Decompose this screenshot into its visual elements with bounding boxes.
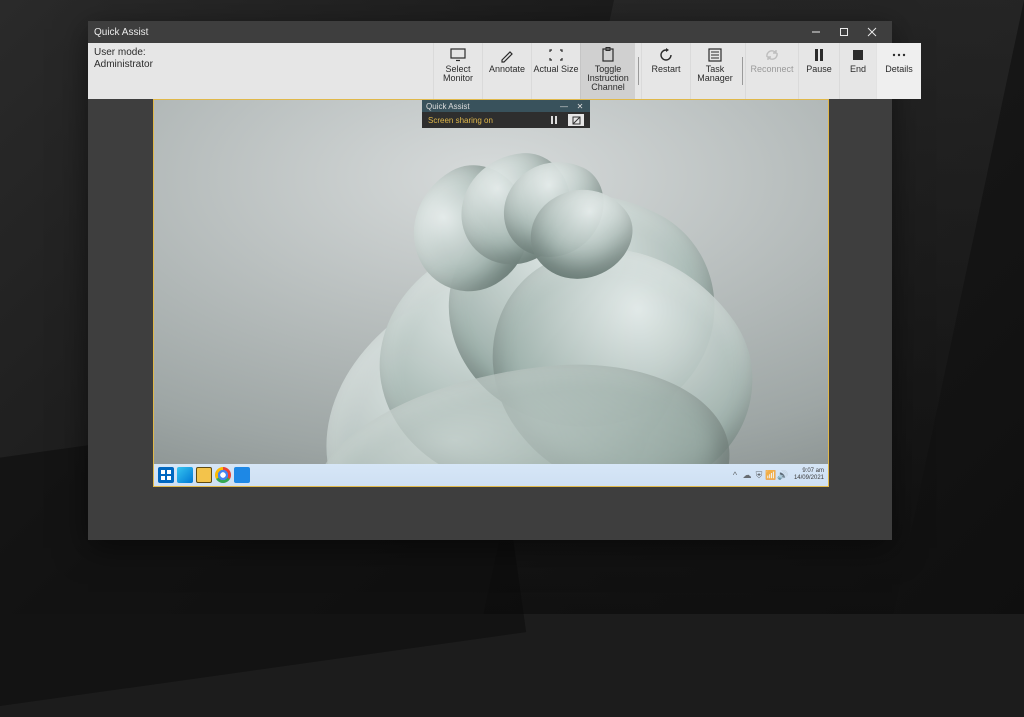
select-monitor-label: Select Monitor — [434, 65, 482, 83]
remote-quick-assist-bar[interactable]: Quick Assist — ✕ Screen sharing on — [422, 100, 590, 128]
actual-size-label: Actual Size — [533, 65, 578, 74]
remote-qa-close-icon[interactable]: ✕ — [574, 102, 586, 111]
actual-size-icon — [548, 47, 564, 63]
clock-time: 9:07 am — [794, 468, 824, 475]
quick-assist-window: Quick Assist User mode: Administrator Se… — [88, 21, 892, 540]
toolbar: Select Monitor Annotate Actual Size Togg… — [433, 43, 921, 99]
remote-qa-body: Screen sharing on — [422, 112, 590, 128]
clipboard-icon — [601, 47, 615, 63]
clock-date: 14/09/2021 — [794, 475, 824, 482]
taskbar-edge-icon[interactable] — [177, 467, 193, 483]
remote-qa-pause-button[interactable] — [546, 114, 562, 126]
tray-onedrive-icon[interactable]: ☁ — [742, 470, 752, 480]
reconnect-label: Reconnect — [750, 65, 793, 74]
taskbar-tray[interactable]: ^ ☁ ⛨ 📶 🔊 9:07 am 14/09/2021 — [730, 468, 824, 482]
annotate-label: Annotate — [489, 65, 525, 74]
tray-network-icon[interactable]: 📶 — [766, 470, 776, 480]
minimize-button[interactable] — [802, 21, 830, 43]
taskbar-explorer-icon[interactable] — [196, 467, 212, 483]
taskbar-chrome-icon[interactable] — [215, 467, 231, 483]
task-manager-icon — [708, 47, 722, 63]
task-manager-label: Task Manager — [691, 65, 739, 83]
toggle-instruction-channel-button[interactable]: Toggle Instruction Channel — [580, 43, 635, 99]
taskbar-app-icon[interactable] — [234, 467, 250, 483]
tray-volume-icon[interactable]: 🔊 — [778, 470, 788, 480]
end-label: End — [850, 65, 866, 74]
user-mode-value: Administrator — [94, 59, 427, 71]
toolbar-row: User mode: Administrator Select Monitor … — [88, 43, 892, 99]
pause-icon — [813, 47, 825, 63]
details-label: Details — [885, 65, 913, 74]
window-title: Quick Assist — [94, 27, 802, 38]
reconnect-button: Reconnect — [745, 43, 798, 99]
actual-size-button[interactable]: Actual Size — [531, 43, 580, 99]
remote-qa-status: Screen sharing on — [428, 116, 540, 125]
select-monitor-button[interactable]: Select Monitor — [433, 43, 482, 99]
end-button[interactable]: End — [839, 43, 876, 99]
titlebar[interactable]: Quick Assist — [88, 21, 892, 43]
close-button[interactable] — [858, 21, 886, 43]
annotate-button[interactable]: Annotate — [482, 43, 531, 99]
toggle-instruction-channel-label: Toggle Instruction Channel — [581, 65, 635, 92]
remote-qa-title: Quick Assist — [426, 102, 554, 111]
restart-label: Restart — [651, 65, 680, 74]
user-mode-label: User mode: — [94, 47, 427, 59]
remote-qa-minimize-icon[interactable]: — — [558, 102, 570, 111]
remote-qa-stop-button[interactable] — [568, 114, 584, 126]
more-icon — [892, 47, 906, 63]
reconnect-icon — [764, 47, 780, 63]
stop-icon — [852, 47, 864, 63]
remote-qa-titlebar[interactable]: Quick Assist — ✕ — [422, 100, 590, 112]
window-controls — [802, 21, 886, 43]
user-mode-panel: User mode: Administrator — [88, 43, 433, 99]
tray-security-icon[interactable]: ⛨ — [754, 470, 764, 480]
pencil-icon — [500, 47, 514, 63]
taskbar-clock[interactable]: 9:07 am 14/09/2021 — [794, 468, 824, 482]
details-button[interactable]: Details — [876, 43, 921, 99]
pause-button[interactable]: Pause — [798, 43, 839, 99]
monitor-icon — [450, 47, 466, 63]
restart-icon — [659, 47, 673, 63]
remote-screen-frame[interactable]: Quick Assist — ✕ Screen sharing on — [153, 99, 829, 487]
wallpaper-bloom — [231, 129, 751, 487]
tray-chevron-icon[interactable]: ^ — [730, 470, 740, 480]
restart-button[interactable]: Restart — [641, 43, 690, 99]
start-button[interactable] — [158, 467, 174, 483]
remote-desktop[interactable]: Quick Assist — ✕ Screen sharing on — [154, 100, 828, 486]
pause-label: Pause — [806, 65, 832, 74]
task-manager-button[interactable]: Task Manager — [690, 43, 739, 99]
remote-viewport-area: Quick Assist — ✕ Screen sharing on — [88, 99, 892, 540]
remote-taskbar[interactable]: ^ ☁ ⛨ 📶 🔊 9:07 am 14/09/2021 — [154, 464, 828, 486]
taskbar-pinned-apps — [158, 467, 250, 483]
maximize-button[interactable] — [830, 21, 858, 43]
